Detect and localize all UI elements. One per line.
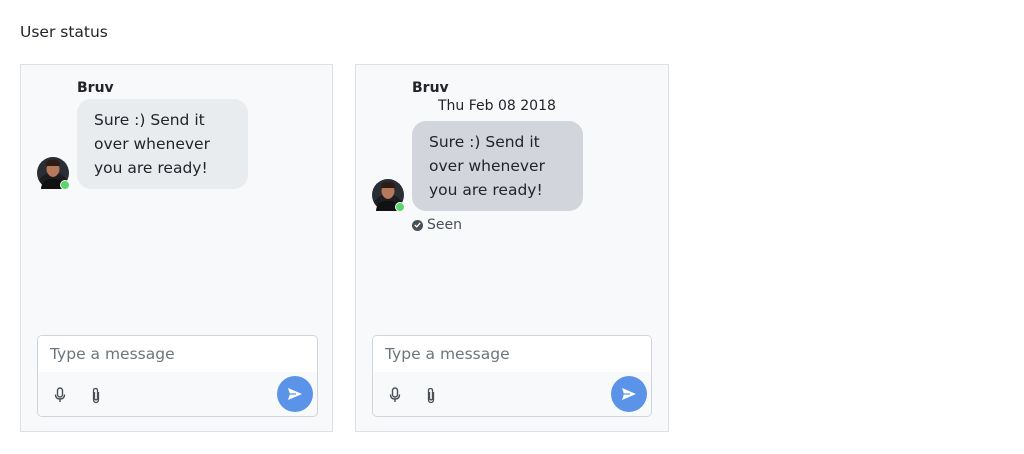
message-input[interactable]	[38, 336, 317, 372]
message-bubble: Sure :) Send it over whenever you are re…	[412, 121, 583, 211]
sender-name: Bruv	[412, 80, 449, 96]
microphone-icon[interactable]	[387, 386, 403, 404]
message-timestamp: Thu Feb 08 2018	[438, 98, 556, 114]
microphone-icon[interactable]	[52, 386, 68, 404]
chat-panel-2: Bruv Thu Feb 08 2018 Sure :) Send it ove…	[355, 64, 669, 432]
seen-status: Seen	[412, 217, 462, 233]
message-input[interactable]	[373, 336, 651, 372]
online-status-icon	[60, 180, 70, 190]
page-title: User status	[20, 23, 108, 41]
seen-label: Seen	[427, 217, 462, 233]
send-button[interactable]	[277, 376, 313, 412]
message-composer	[37, 335, 318, 417]
message-bubble: Sure :) Send it over whenever you are re…	[77, 99, 248, 189]
user-avatar[interactable]	[372, 179, 405, 212]
check-circle-icon	[412, 219, 423, 231]
paper-plane-icon	[288, 388, 302, 400]
chat-panel-1: Bruv Sure :) Send it over whenever you a…	[20, 64, 333, 432]
paperclip-icon[interactable]	[423, 386, 439, 404]
message-composer	[372, 335, 652, 417]
paper-plane-icon	[622, 388, 636, 400]
paperclip-icon[interactable]	[88, 386, 104, 404]
user-avatar[interactable]	[37, 157, 70, 190]
composer-toolbar	[373, 372, 651, 416]
composer-toolbar	[38, 372, 317, 416]
online-status-icon	[395, 202, 405, 212]
send-button[interactable]	[611, 376, 647, 412]
sender-name: Bruv	[77, 80, 114, 96]
